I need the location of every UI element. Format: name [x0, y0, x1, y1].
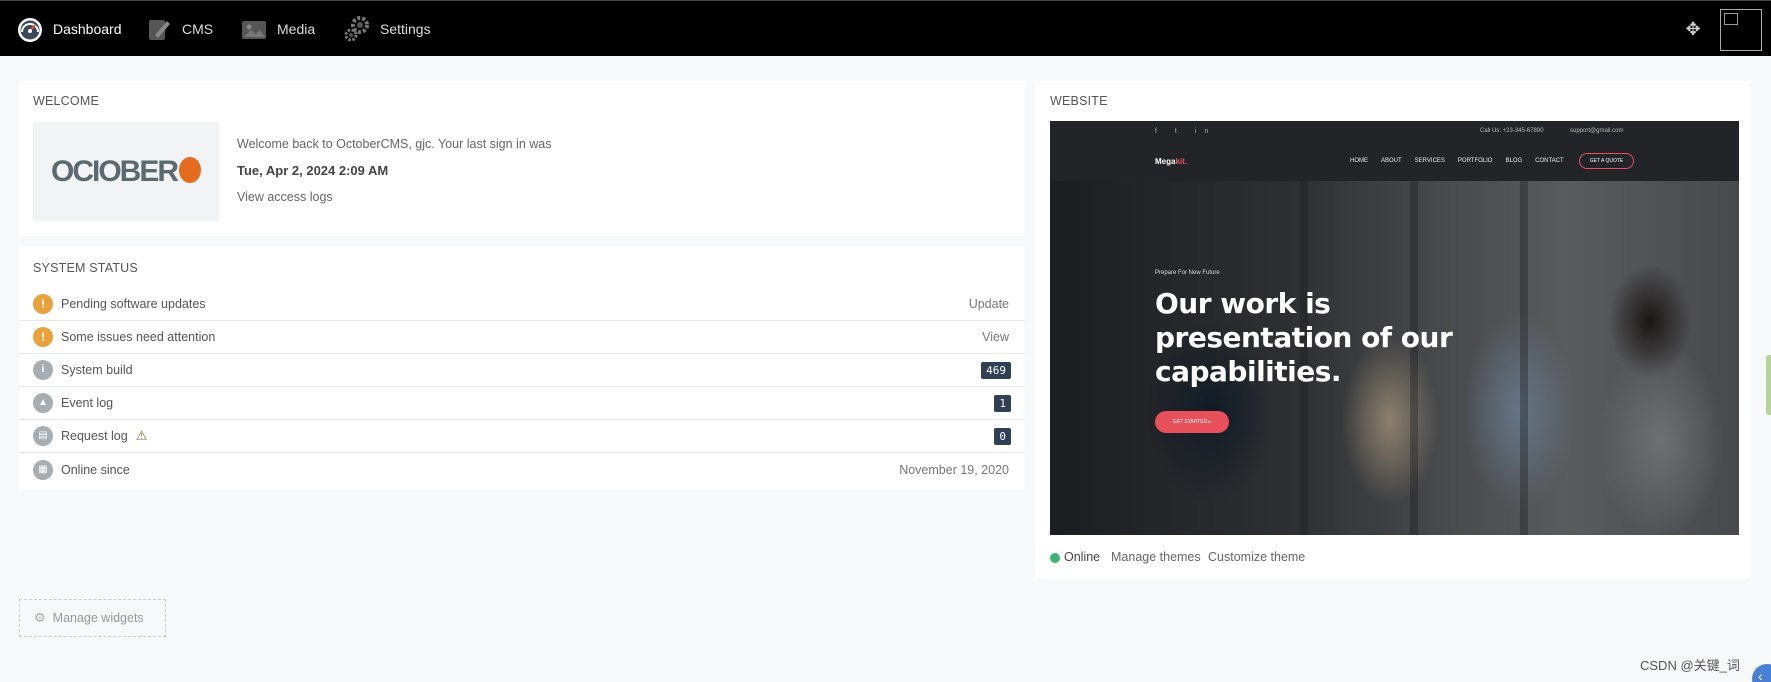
preview-brand: Megakit.	[1155, 157, 1188, 166]
status-row-request-log: ▤ Request log ⚠ 0	[19, 420, 1025, 453]
preview-menu: HOME ABOUT SERVICES PORTFOLIO BLOG CONTACT	[1350, 158, 1564, 164]
top-navbar: Dashboard CMS Media Settings ✥	[0, 0, 1771, 56]
system-status-widget: SYSTEM STATUS ! Pending software updates…	[19, 246, 1025, 490]
watermark-text: CSDN @关键_词	[1640, 658, 1740, 673]
online-since-date: November 19, 2020	[899, 462, 1009, 477]
manage-widgets-button[interactable]: ⚙ Manage widgets	[19, 599, 166, 637]
warning-triangle-icon: ⚠	[135, 428, 148, 443]
logo-text: OCIOBER	[50, 154, 179, 188]
side-scroll-tab[interactable]	[1766, 355, 1771, 415]
leaf-icon	[179, 156, 202, 183]
preview-quote-button: GET A QUOTE	[1579, 153, 1634, 169]
nav-settings-label: Settings	[380, 21, 431, 37]
online-status-dot	[1050, 553, 1060, 563]
website-widget: WEBSITE f t in Call Us: +23-345-67890 su…	[1035, 81, 1750, 579]
event-log-icon: ▲	[33, 393, 53, 413]
status-label[interactable]: Event log	[61, 396, 113, 410]
update-link[interactable]: Update	[969, 297, 1009, 311]
preview-cta-button: GET STARTED ▸	[1155, 411, 1229, 433]
nav-settings[interactable]: Settings	[343, 1, 431, 57]
status-label: Pending software updates	[61, 297, 206, 311]
website-title: WEBSITE	[1050, 94, 1108, 108]
preview-headline: Our work is presentation of our capabili…	[1155, 287, 1453, 388]
status-label: Request log ⚠	[61, 428, 147, 444]
media-icon	[240, 15, 268, 43]
nav-media[interactable]: Media	[240, 1, 315, 57]
view-access-logs-link[interactable]: View access logs	[237, 190, 333, 204]
build-badge: 469	[981, 361, 1011, 379]
status-label: Online since	[61, 462, 130, 477]
status-row-event-log: ▲ Event log 1	[19, 387, 1025, 420]
user-avatar[interactable]	[1720, 9, 1762, 51]
social-icons: f t in	[1155, 128, 1217, 135]
chevron-left-icon[interactable]: ‹	[1752, 664, 1771, 682]
status-row-build: i System build 469	[19, 354, 1025, 387]
info-icon: i	[33, 360, 53, 380]
preview-email: support@gmail.com	[1570, 128, 1624, 134]
system-status-title: SYSTEM STATUS	[33, 261, 138, 275]
gears-icon: ⚙	[34, 610, 46, 625]
request-log-icon: ▤	[33, 426, 53, 446]
online-status-label: Online	[1064, 550, 1101, 564]
warning-icon: !	[33, 294, 53, 314]
nav-cms-label: CMS	[182, 21, 214, 37]
view-link[interactable]: View	[982, 330, 1009, 344]
nav-dashboard-label: Dashboard	[53, 21, 122, 37]
status-row-issues: ! Some issues need attention View	[19, 321, 1025, 354]
calendar-icon: ▦	[33, 459, 53, 480]
status-row-online-since: ▦ Online since November 19, 2020	[19, 453, 1025, 486]
request-log-label[interactable]: Request log	[61, 429, 128, 443]
welcome-message: Welcome back to OctoberCMS, gjc. Your la…	[237, 137, 552, 151]
warning-icon: !	[33, 327, 53, 347]
website-preview[interactable]: f t in Call Us: +23-345-67890 support@gm…	[1050, 121, 1739, 535]
manage-themes-link[interactable]: Manage themes	[1111, 550, 1201, 564]
move-arrows-icon[interactable]: ✥	[1682, 18, 1704, 40]
manage-widgets-label: Manage widgets	[52, 611, 144, 625]
preview-subtitle: Prepare For New Future	[1155, 270, 1220, 276]
status-label: Some issues need attention	[61, 330, 216, 344]
event-log-badge: 1	[994, 394, 1011, 412]
settings-gears-icon	[343, 15, 371, 43]
nav-cms[interactable]: CMS	[145, 1, 213, 57]
welcome-title: WELCOME	[33, 94, 99, 108]
status-label: System build	[61, 363, 133, 377]
nav-dashboard[interactable]: Dashboard	[16, 1, 122, 57]
preview-header: f t in Call Us: +23-345-67890 support@gm…	[1050, 121, 1739, 181]
cms-icon	[145, 15, 173, 43]
status-row-updates: ! Pending software updates Update	[19, 288, 1025, 321]
welcome-widget: WELCOME OCIOBER Welcome back to OctoberC…	[19, 81, 1025, 236]
last-signin-date: Tue, Apr 2, 2024 2:09 AM	[237, 163, 389, 178]
october-logo: OCIOBER	[33, 122, 219, 221]
customize-theme-link[interactable]: Customize theme	[1208, 550, 1305, 564]
nav-media-label: Media	[277, 21, 316, 37]
request-log-badge: 0	[994, 427, 1011, 445]
preview-contact: Call Us: +23-345-67890	[1480, 128, 1544, 134]
speedometer-icon	[16, 15, 44, 43]
